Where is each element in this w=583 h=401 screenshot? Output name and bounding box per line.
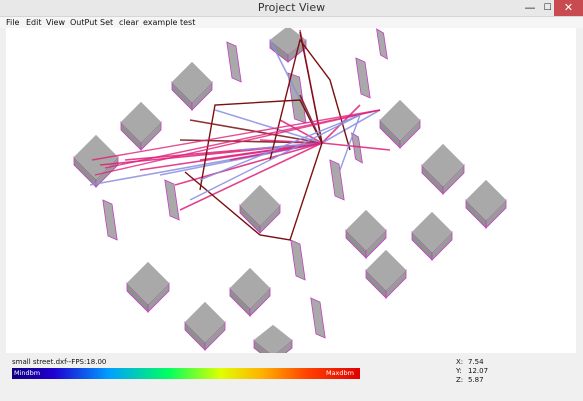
menu-bar: File Edit View OutPut Set clear example …	[0, 17, 583, 28]
wall-slab	[164, 179, 180, 221]
window-title: Project View	[257, 1, 326, 14]
menu-set[interactable]: Set	[100, 17, 113, 28]
menu-file[interactable]: File	[6, 17, 19, 28]
coord-z-value: 5.87	[468, 376, 484, 384]
title-bar: Project View — ☐ ✕	[0, 0, 583, 17]
scene-canvas[interactable]	[6, 28, 576, 353]
3d-viewport[interactable]	[6, 28, 576, 353]
menu-view[interactable]: View	[46, 17, 65, 28]
wall-slab	[310, 297, 326, 339]
menu-test[interactable]: test	[180, 17, 195, 28]
wall-slab	[290, 239, 306, 281]
file-info-label: small street.dxf--FPS:18.00	[12, 358, 107, 366]
menu-edit[interactable]: Edit	[26, 17, 42, 28]
colorbar-max-label: Maxdbm	[325, 369, 354, 377]
coord-y: Y: 12.07	[456, 367, 489, 375]
coord-x-value: 7.54	[468, 358, 484, 366]
status-bar: small street.dxf--FPS:18.00 Mindbm Maxdb…	[0, 353, 583, 401]
colorbar-min-label: Mindbm	[14, 369, 41, 377]
signal-color-bar: Mindbm Maxdbm	[12, 368, 360, 379]
wall-slab	[351, 132, 363, 164]
wall-slab	[226, 41, 242, 83]
wall-slab	[102, 199, 118, 241]
wall-slab	[355, 57, 371, 99]
coord-z: Z: 5.87	[456, 376, 484, 384]
close-button[interactable]: ✕	[554, 0, 583, 16]
menu-output[interactable]: OutPut	[70, 17, 97, 28]
wall-slab	[376, 28, 388, 60]
coord-y-value: 12.07	[468, 367, 489, 375]
menu-example[interactable]: example	[143, 17, 177, 28]
coord-x: X: 7.54	[456, 358, 484, 366]
minimize-button[interactable]: —	[519, 0, 541, 16]
maximize-button[interactable]: ☐	[541, 0, 554, 16]
menu-clear[interactable]: clear	[119, 17, 139, 28]
